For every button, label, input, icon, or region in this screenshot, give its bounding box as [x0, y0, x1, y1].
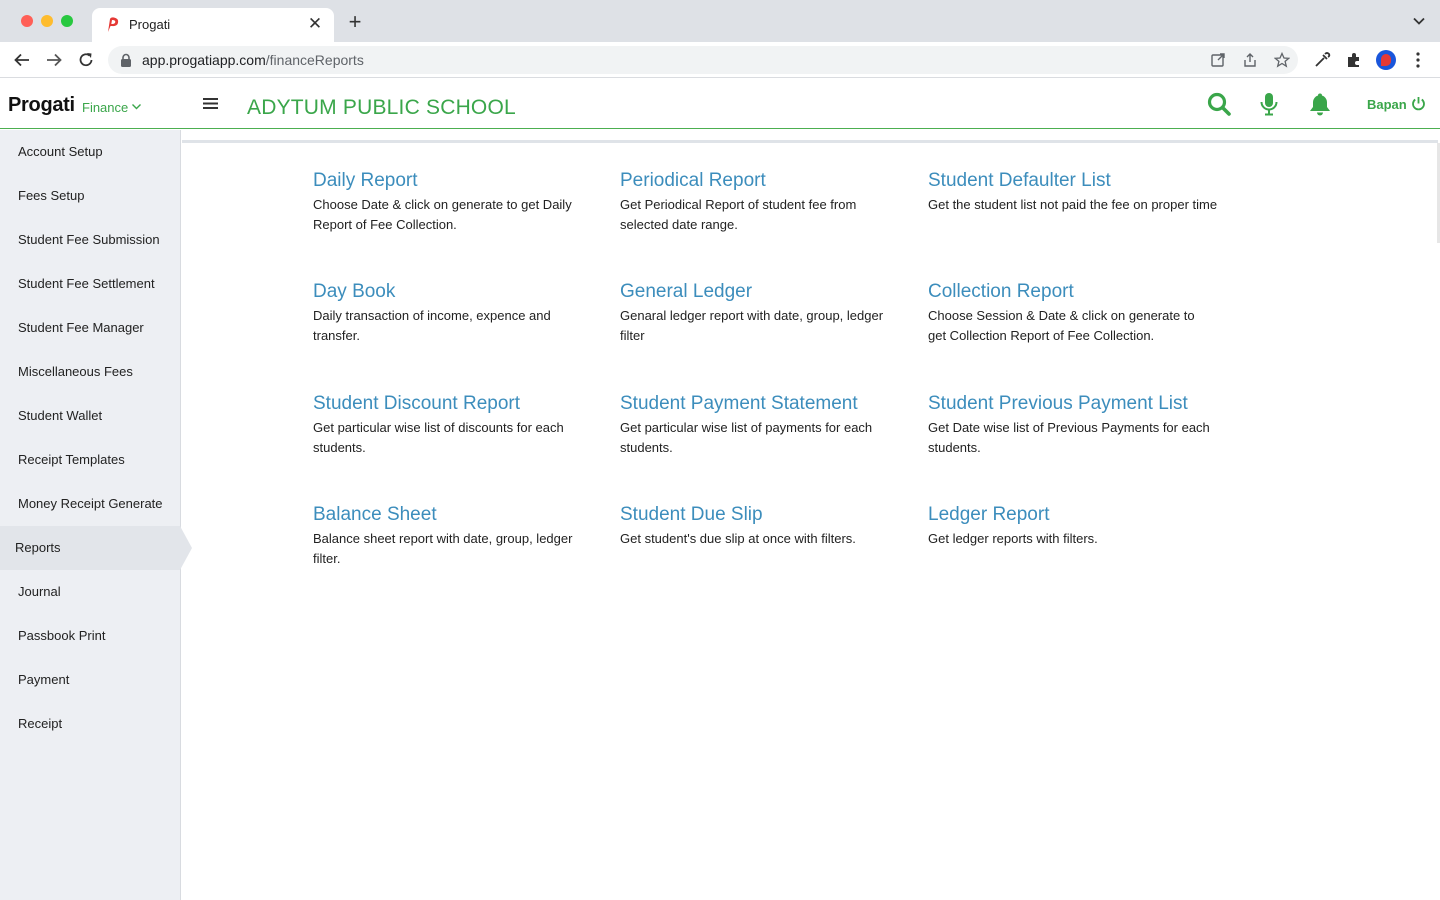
- extensions-puzzle-icon[interactable]: [1345, 51, 1363, 69]
- report-card-student-previous-payment-list: Student Previous Payment List Get Date w…: [928, 392, 1223, 458]
- tab-title: Progati: [129, 17, 171, 32]
- report-link-ledger-report[interactable]: Ledger Report: [928, 503, 1218, 527]
- progati-favicon-icon: [108, 17, 119, 32]
- window-zoom-button[interactable]: [61, 15, 73, 27]
- eyedropper-extension-icon[interactable]: [1313, 51, 1331, 69]
- report-card-general-ledger: General Ledger Genaral ledger report wit…: [620, 280, 900, 346]
- report-card-periodical-report: Periodical Report Get Periodical Report …: [620, 169, 880, 235]
- report-card-balance-sheet: Balance Sheet Balance sheet report with …: [313, 503, 593, 569]
- browser-menu-icon[interactable]: [1410, 51, 1426, 69]
- school-name: ADYTUM PUBLIC SCHOOL: [247, 96, 516, 119]
- report-card-daily-report: Daily Report Choose Date & click on gene…: [313, 169, 588, 235]
- report-link-student-payment-statement[interactable]: Student Payment Statement: [620, 392, 895, 416]
- sidebar-item-money-receipt-generate[interactable]: Money Receipt Generate: [0, 482, 180, 526]
- sidebar-item-receipt[interactable]: Receipt: [0, 702, 180, 746]
- browser-toolbar: app.progatiapp.com/financeReports: [0, 42, 1440, 78]
- report-link-general-ledger[interactable]: General Ledger: [620, 280, 900, 304]
- report-description: Get particular wise list of discounts fo…: [313, 420, 564, 455]
- user-name[interactable]: Bapan: [1367, 97, 1407, 112]
- report-description: Genaral ledger report with date, group, …: [620, 308, 884, 343]
- report-card-collection-report: Collection Report Choose Session & Date …: [928, 280, 1203, 346]
- report-description: Choose Session & Date & click on generat…: [928, 308, 1195, 343]
- report-description: Choose Date & click on generate to get D…: [313, 197, 572, 232]
- microphone-icon[interactable]: [1256, 91, 1282, 117]
- report-card-day-book: Day Book Daily transaction of income, ex…: [313, 280, 578, 346]
- report-description: Get the student list not paid the fee on…: [928, 197, 1218, 212]
- sidebar-item-passbook-print[interactable]: Passbook Print: [0, 614, 180, 658]
- report-card-student-payment-statement: Student Payment Statement Get particular…: [620, 392, 895, 458]
- sidebar-item-receipt-templates[interactable]: Receipt Templates: [0, 438, 180, 482]
- report-link-student-defaulter-list[interactable]: Student Defaulter List: [928, 169, 1248, 193]
- lock-icon[interactable]: [120, 53, 132, 67]
- sidebar-item-miscellaneous-fees[interactable]: Miscellaneous Fees: [0, 350, 180, 394]
- brand-logo[interactable]: Progati: [8, 94, 75, 117]
- sidebar-item-journal[interactable]: Journal: [0, 570, 180, 614]
- report-description: Get student's due slip at once with filt…: [620, 531, 856, 546]
- bookmark-star-icon[interactable]: [1274, 52, 1290, 68]
- window-close-button[interactable]: [21, 15, 33, 27]
- power-logout-icon[interactable]: [1411, 96, 1426, 111]
- new-tab-icon[interactable]: +: [345, 11, 365, 33]
- browser-tab[interactable]: Progati ✕: [92, 8, 334, 42]
- tab-close-icon[interactable]: ✕: [306, 14, 324, 34]
- share-icon[interactable]: [1242, 52, 1258, 68]
- report-link-collection-report[interactable]: Collection Report: [928, 280, 1203, 304]
- sidebar-item-student-fee-submission[interactable]: Student Fee Submission: [0, 218, 180, 262]
- report-link-student-due-slip[interactable]: Student Due Slip: [620, 503, 910, 527]
- report-description: Balance sheet report with date, group, l…: [313, 531, 573, 566]
- tab-search-chevron-icon[interactable]: [1412, 14, 1426, 28]
- report-description: Get Date wise list of Previous Payments …: [928, 420, 1210, 455]
- sidebar-item-reports[interactable]: Reports: [0, 526, 192, 570]
- sidebar: Account Setup Fees Setup Student Fee Sub…: [0, 130, 192, 900]
- address-bar[interactable]: app.progatiapp.com/financeReports: [108, 46, 1298, 74]
- sidebar-item-student-fee-manager[interactable]: Student Fee Manager: [0, 306, 180, 350]
- report-link-periodical-report[interactable]: Periodical Report: [620, 169, 880, 193]
- report-link-daily-report[interactable]: Daily Report: [313, 169, 588, 193]
- back-arrow-icon[interactable]: [12, 50, 32, 70]
- report-description: Daily transaction of income, expence and…: [313, 308, 551, 343]
- report-link-student-discount-report[interactable]: Student Discount Report: [313, 392, 593, 416]
- menu-toggle-icon[interactable]: [203, 97, 218, 110]
- report-card-student-due-slip: Student Due Slip Get student's due slip …: [620, 503, 910, 549]
- sidebar-item-payment[interactable]: Payment: [0, 658, 180, 702]
- sidebar-item-student-wallet[interactable]: Student Wallet: [0, 394, 180, 438]
- report-description: Get Periodical Report of student fee fro…: [620, 197, 857, 232]
- sidebar-item-fees-setup[interactable]: Fees Setup: [0, 174, 180, 218]
- profile-avatar[interactable]: [1376, 50, 1396, 70]
- report-card-student-discount-report: Student Discount Report Get particular w…: [313, 392, 593, 458]
- report-description: Get particular wise list of payments for…: [620, 420, 873, 455]
- content-top-border: [182, 140, 1438, 143]
- report-link-day-book[interactable]: Day Book: [313, 280, 578, 304]
- sidebar-item-account-setup[interactable]: Account Setup: [0, 130, 180, 174]
- url-text[interactable]: app.progatiapp.com/financeReports: [142, 52, 364, 68]
- browser-tab-bar: Progati ✕ +: [0, 0, 1440, 42]
- window-minimize-button[interactable]: [41, 15, 53, 27]
- report-card-student-defaulter-list: Student Defaulter List Get the student l…: [928, 169, 1248, 215]
- notification-bell-icon[interactable]: [1307, 91, 1333, 117]
- chevron-down-icon[interactable]: [131, 101, 142, 112]
- report-link-balance-sheet[interactable]: Balance Sheet: [313, 503, 593, 527]
- module-selector[interactable]: Finance: [82, 100, 128, 115]
- open-in-app-icon[interactable]: [1210, 52, 1226, 68]
- report-card-ledger-report: Ledger Report Get ledger reports with fi…: [928, 503, 1218, 549]
- report-link-student-previous-payment-list[interactable]: Student Previous Payment List: [928, 392, 1223, 416]
- app-header: Progati Finance ADYTUM PUBLIC SCHOOL Bap…: [0, 79, 1440, 129]
- search-icon[interactable]: [1206, 91, 1232, 117]
- reload-icon[interactable]: [76, 50, 96, 70]
- sidebar-item-student-fee-settlement[interactable]: Student Fee Settlement: [0, 262, 180, 306]
- forward-arrow-icon[interactable]: [44, 50, 64, 70]
- report-description: Get ledger reports with filters.: [928, 531, 1098, 546]
